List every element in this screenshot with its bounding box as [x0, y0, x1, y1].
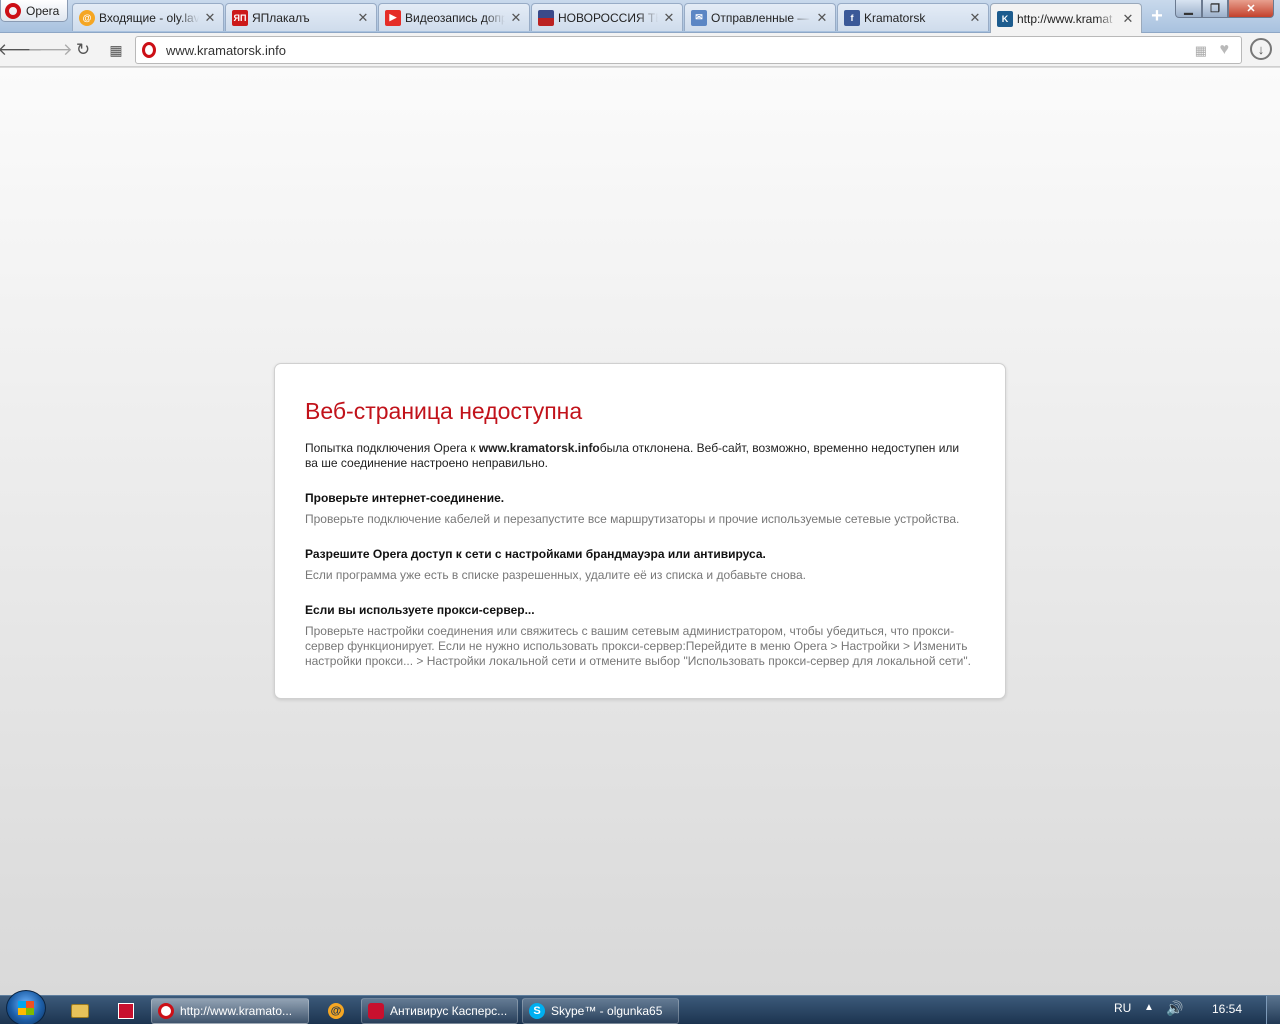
close-icon[interactable]: ✕ [203, 10, 217, 26]
taskbar-item-label: Антивирус Касперс... [390, 1004, 508, 1018]
close-icon[interactable]: ✕ [815, 10, 829, 26]
minimize-icon: ▁ [1184, 3, 1193, 15]
restore-icon: ❐ [1210, 3, 1220, 15]
reload-button[interactable]: ↻ [71, 38, 95, 62]
grid-icon: ▦ [109, 41, 123, 58]
tab-title: Входящие - oly.lav [99, 10, 199, 25]
show-desktop-button[interactable] [1266, 996, 1280, 1024]
yaplakal-icon: ЯП [232, 9, 248, 26]
tab-video[interactable]: ▶ Видеозапись допр ✕ [378, 3, 530, 31]
tab-title: НОВОРОССИЯ ТВ [558, 10, 658, 25]
error-lead-before: Попытка подключения Opera к [305, 441, 479, 455]
navigation-toolbar: 🡐 🡒 ↻ ▦ ▦ ♥ ↓ [0, 33, 1280, 67]
download-icon: ↓ [1257, 41, 1265, 57]
flag-icon [538, 9, 554, 26]
tray-expand-icon[interactable]: ▲ [1144, 1002, 1154, 1013]
opera-logo-icon [5, 2, 21, 19]
mail-agent-pin[interactable]: @ [316, 998, 356, 1024]
taskbar-item-label: Skype™ - olgunka65 [551, 1004, 663, 1018]
speed-dial-add-icon[interactable]: ▦ [1195, 43, 1207, 59]
tip-text-proxy: Проверьте настройки соединения или свяжи… [305, 624, 971, 668]
tab-mail-inbox[interactable]: @ Входящие - oly.lav ✕ [72, 3, 224, 31]
new-tab-button[interactable]: + [1146, 6, 1168, 27]
error-card: Веб-страница недоступна Попытка подключе… [274, 363, 1006, 699]
speed-dial-button[interactable]: ▦ [104, 38, 128, 62]
tab-strip: Opera @ Входящие - oly.lav ✕ ЯП ЯПлакалъ… [0, 0, 1280, 33]
taskbar-item-skype[interactable]: S Skype™ - olgunka65 [522, 998, 679, 1024]
tab-title: ЯПлакалъ [252, 10, 310, 25]
youtube-icon: ▶ [385, 9, 401, 26]
arrow-right-icon: 🡒 [27, 40, 73, 59]
downloads-button[interactable]: ↓ [1250, 38, 1272, 60]
tab-yaplakal[interactable]: ЯП ЯПлакалъ ✕ [225, 3, 377, 31]
tab-kramatorsk-info[interactable]: K http://www.kramat ✕ [990, 3, 1142, 33]
start-button[interactable] [6, 990, 46, 1024]
opera-icon [158, 1003, 174, 1019]
error-description: Попытка подключения Opera к www.kramator… [305, 441, 975, 471]
close-icon: ✕ [1246, 3, 1256, 15]
explorer-pin[interactable] [60, 998, 100, 1024]
facebook-icon: f [844, 9, 860, 26]
taskbar-item-opera[interactable]: http://www.kramato... [151, 998, 309, 1024]
tab-sent-mail[interactable]: ✉ Отправленные — ✕ [684, 3, 836, 31]
kaspersky-pin[interactable] [106, 998, 146, 1024]
tip-text-connection: Проверьте подключение кабелей и перезапу… [305, 512, 960, 526]
kaspersky-icon [118, 1003, 134, 1019]
tab-kramatorsk-facebook[interactable]: f Kramatorsk ✕ [837, 3, 989, 31]
mail-agent-icon: @ [328, 1003, 344, 1019]
kaspersky-icon [368, 1003, 384, 1019]
close-icon[interactable]: ✕ [1121, 11, 1135, 27]
tip-heading-connection: Проверьте интернет-соединение. [305, 491, 505, 505]
skype-icon: S [529, 1003, 545, 1019]
tab-title: Отправленные — [711, 10, 810, 25]
address-bar[interactable]: ▦ ♥ [135, 36, 1242, 64]
tip-heading-firewall: Разрешите Opera доступ к сети с настройк… [305, 547, 766, 561]
mail-ru-icon: @ [79, 9, 95, 26]
close-icon[interactable]: ✕ [968, 10, 982, 26]
taskbar-item-kaspersky[interactable]: Антивирус Касперс... [361, 998, 518, 1024]
volume-icon[interactable]: 🔊 [1166, 1000, 1183, 1017]
error-host: www.kramatorsk.info [478, 441, 600, 455]
tab-title: Видеозапись допр [405, 10, 505, 25]
mail-envelope-icon: ✉ [691, 9, 707, 26]
tip-heading-proxy: Если вы используете прокси-сервер... [305, 603, 535, 617]
page-content: Веб-страница недоступна Попытка подключе… [0, 68, 1280, 995]
error-title: Веб-страница недоступна [305, 398, 583, 424]
taskbar-item-label: http://www.kramato... [180, 1004, 293, 1018]
folder-icon [71, 1004, 89, 1018]
windows-taskbar: http://www.kramato... @ Антивирус Каспер… [0, 990, 1280, 1024]
clock[interactable]: 16:54 [1212, 1002, 1242, 1016]
maximize-button[interactable]: ❐ [1202, 0, 1228, 18]
language-indicator[interactable]: RU [1114, 1001, 1131, 1015]
minimize-button[interactable]: ▁ [1175, 0, 1202, 18]
tab-title: Kramatorsk [864, 10, 926, 25]
close-icon[interactable]: ✕ [356, 10, 370, 26]
url-input[interactable] [166, 42, 1066, 58]
heart-icon[interactable]: ♥ [1220, 41, 1230, 59]
kramatorsk-icon: K [997, 10, 1013, 27]
reload-icon: ↻ [75, 40, 91, 59]
forward-button[interactable]: 🡒 [27, 38, 73, 62]
window-close-button[interactable]: ✕ [1228, 0, 1274, 18]
close-icon[interactable]: ✕ [662, 10, 676, 26]
tab-novorossia[interactable]: НОВОРОССИЯ ТВ ✕ [531, 3, 683, 31]
opera-menu-button[interactable]: Opera [0, 0, 68, 22]
close-icon[interactable]: ✕ [509, 10, 523, 26]
tab-title: http://www.kramat [1017, 11, 1113, 26]
opera-badge-icon [142, 42, 156, 58]
opera-menu-label: Opera [26, 3, 60, 18]
tip-text-firewall: Если программа уже есть в списке разреше… [305, 568, 807, 582]
